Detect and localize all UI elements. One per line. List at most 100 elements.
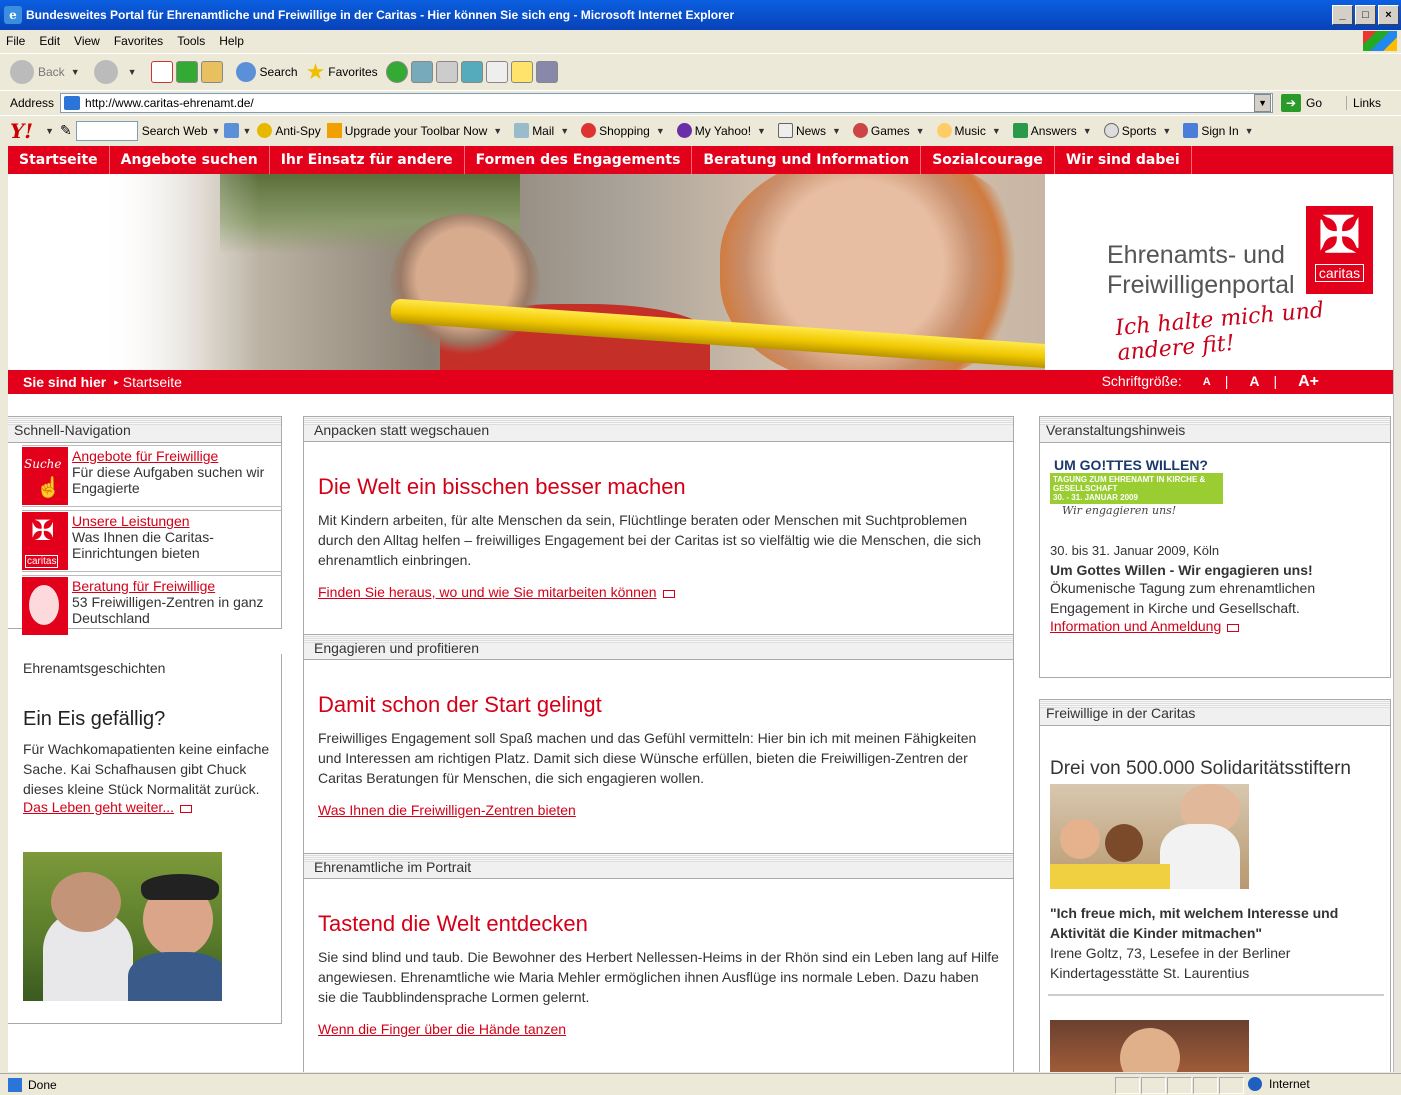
messenger-icon[interactable] bbox=[460, 60, 483, 83]
warning-icon bbox=[326, 123, 342, 138]
shopping-bag-icon bbox=[581, 123, 597, 138]
back-arrow-icon bbox=[10, 59, 34, 84]
font-size-normal[interactable]: A bbox=[1249, 373, 1259, 391]
music-button[interactable]: Music ▼ bbox=[936, 123, 1007, 138]
section-header: Anpacken statt wegschauen bbox=[304, 416, 1013, 442]
forward-button[interactable]: ▼ bbox=[93, 59, 143, 84]
yahoo-dropdown[interactable]: ▼ bbox=[45, 126, 54, 136]
link-unsere-leistungen[interactable]: Unsere Leistungen bbox=[72, 513, 282, 529]
page-viewport: Startseite Angebote suchen Ihr Einsatz f… bbox=[8, 146, 1393, 1072]
history-icon[interactable] bbox=[385, 60, 408, 83]
notes-icon[interactable] bbox=[510, 60, 533, 83]
close-button[interactable]: × bbox=[1378, 5, 1399, 25]
nav-sozialcourage[interactable]: Sozialcourage bbox=[921, 146, 1055, 174]
yahoo-search-input[interactable] bbox=[75, 120, 138, 141]
research-icon[interactable] bbox=[535, 60, 558, 83]
caritas-cross-icon: ✠ bbox=[1318, 207, 1361, 263]
story-link[interactable]: Das Leben geht weiter... bbox=[23, 799, 174, 815]
quicknav-box: Schnell-Navigation Suche ☝ Angebote für … bbox=[8, 416, 282, 635]
edit-icon[interactable] bbox=[485, 60, 508, 83]
quicknav-item-beratung[interactable]: Beratung für Freiwillige 53 Freiwilligen-… bbox=[22, 575, 282, 637]
games-button[interactable]: Games ▼ bbox=[852, 123, 931, 138]
quicknav-item-angebote[interactable]: Suche ☝ Angebote für Freiwillige Für dies… bbox=[22, 445, 282, 507]
go-button[interactable]: ➔ Go bbox=[1281, 93, 1322, 112]
menu-favorites[interactable]: Favorites bbox=[114, 34, 163, 48]
address-input[interactable]: http://www.caritas-ehrenamt.de/ bbox=[60, 92, 1274, 113]
music-note-icon bbox=[936, 123, 952, 138]
link-beratung-freiwillige[interactable]: Beratung für Freiwillige bbox=[72, 578, 282, 594]
menu-help[interactable]: Help bbox=[219, 34, 244, 48]
event-box: Veranstaltungshinweis UM GO!TTES WILLEN?… bbox=[1039, 416, 1391, 678]
answers-button[interactable]: Answers ▼ bbox=[1012, 123, 1098, 138]
my-yahoo-button[interactable]: My Yahoo! ▼ bbox=[676, 123, 772, 138]
stop-icon[interactable] bbox=[150, 60, 173, 83]
volunteers-box: Freiwillige in der Caritas Drei von 500.… bbox=[1039, 699, 1391, 1072]
menu-edit[interactable]: Edit bbox=[39, 34, 60, 48]
pencil-icon[interactable]: ✎ bbox=[60, 122, 72, 139]
toolbar-options-icon[interactable] bbox=[224, 123, 240, 138]
standard-toolbar: Back ▼ ▼ Search ★ Favorites bbox=[0, 53, 1401, 89]
sign-in-button[interactable]: Sign In ▼ bbox=[1183, 123, 1259, 138]
search-web-dropdown[interactable]: ▼ bbox=[212, 126, 221, 136]
caritas-logo[interactable]: ✠ caritas bbox=[1306, 206, 1373, 294]
star-icon: ★ bbox=[305, 58, 326, 84]
event-logo[interactable]: UM GO!TTES WILLEN? TAGUNG ZUM EHRENAMT I… bbox=[1050, 457, 1223, 525]
address-dropdown[interactable]: ▼ bbox=[1254, 93, 1272, 112]
section-portrait: Ehrenamtliche im Portrait Tastend die We… bbox=[304, 853, 1013, 1037]
nav-angebote-suchen[interactable]: Angebote suchen bbox=[110, 146, 270, 174]
divider bbox=[1048, 994, 1384, 996]
print-icon[interactable] bbox=[435, 60, 458, 83]
mail-icon[interactable] bbox=[410, 60, 433, 83]
menu-file[interactable]: File bbox=[6, 34, 25, 48]
ie-icon: e bbox=[4, 6, 22, 24]
caritas-logo-text: caritas bbox=[1314, 264, 1365, 282]
section-link[interactable]: Finden Sie heraus, wo und wie Sie mitarb… bbox=[318, 584, 657, 600]
nav-ihr-einsatz[interactable]: Ihr Einsatz für andere bbox=[270, 146, 465, 174]
caritas-cross-icon: ✠ caritas bbox=[22, 512, 68, 570]
favorites-label: Favorites bbox=[328, 64, 378, 79]
sports-button[interactable]: Sports ▼ bbox=[1103, 123, 1178, 138]
news-button[interactable]: News ▼ bbox=[777, 123, 847, 138]
shopping-button[interactable]: Shopping ▼ bbox=[581, 123, 671, 138]
favorites-button[interactable]: ★ Favorites bbox=[306, 59, 378, 85]
refresh-icon[interactable] bbox=[175, 60, 198, 83]
nav-startseite[interactable]: Startseite bbox=[8, 146, 110, 174]
news-label: News bbox=[795, 123, 826, 138]
menu-tools[interactable]: Tools bbox=[177, 34, 205, 48]
address-label: Address bbox=[10, 95, 55, 110]
upgrade-button[interactable]: Upgrade your Toolbar Now ▼ bbox=[326, 123, 508, 138]
minimize-button[interactable]: _ bbox=[1332, 5, 1353, 25]
font-size-small[interactable]: A bbox=[1203, 376, 1211, 391]
volunteers-photo-2[interactable] bbox=[1050, 1020, 1249, 1072]
search-web-button[interactable]: Search Web bbox=[142, 124, 208, 138]
link-angebote-freiwillige[interactable]: Angebote für Freiwillige bbox=[72, 448, 282, 464]
search-button[interactable]: Search bbox=[235, 61, 298, 82]
back-button[interactable]: Back ▼ bbox=[10, 59, 86, 84]
section-title: Damit schon der Start gelingt bbox=[318, 692, 602, 717]
nav-formen[interactable]: Formen des Engagements bbox=[465, 146, 693, 174]
menu-view[interactable]: View bbox=[74, 34, 100, 48]
anti-spy-button[interactable]: Anti-Spy bbox=[257, 123, 321, 138]
maximize-button[interactable]: □ bbox=[1355, 5, 1376, 25]
mail-button[interactable]: Mail ▼ bbox=[514, 123, 575, 138]
story-photo bbox=[23, 852, 222, 1001]
external-link-icon bbox=[662, 589, 675, 598]
section-link[interactable]: Was Ihnen die Freiwilligen-Zentren biete… bbox=[318, 802, 576, 818]
home-icon[interactable] bbox=[200, 60, 223, 83]
section-head-text: Anpacken statt wegschauen bbox=[314, 422, 490, 438]
section-engagieren: Engagieren und profitieren Damit schon d… bbox=[304, 634, 1013, 818]
vertical-scrollbar[interactable] bbox=[1393, 146, 1401, 1072]
nav-wir-sind-dabei[interactable]: Wir sind dabei bbox=[1055, 146, 1192, 174]
nav-beratung[interactable]: Beratung und Information bbox=[692, 146, 922, 174]
quicknav-item-leistungen[interactable]: ✠ caritas Unsere Leistungen Was Ihnen die… bbox=[22, 510, 282, 572]
section-text: Freiwilliges Engagement soll Spaß machen… bbox=[318, 730, 977, 786]
font-size-large[interactable]: A+ bbox=[1298, 373, 1319, 391]
section-link[interactable]: Wenn die Finger über die Hände tanzen bbox=[318, 1021, 566, 1037]
event-link[interactable]: Information und Anmeldung bbox=[1050, 618, 1221, 634]
yahoo-logo[interactable]: Y! bbox=[10, 119, 33, 143]
slogan: Ich halte mich und andere fit! bbox=[1114, 297, 1325, 366]
volunteers-photo[interactable] bbox=[1050, 784, 1249, 889]
news-icon bbox=[777, 123, 793, 138]
breadcrumb-current[interactable]: Startseite bbox=[123, 374, 182, 390]
links-button[interactable]: Links bbox=[1346, 95, 1381, 110]
